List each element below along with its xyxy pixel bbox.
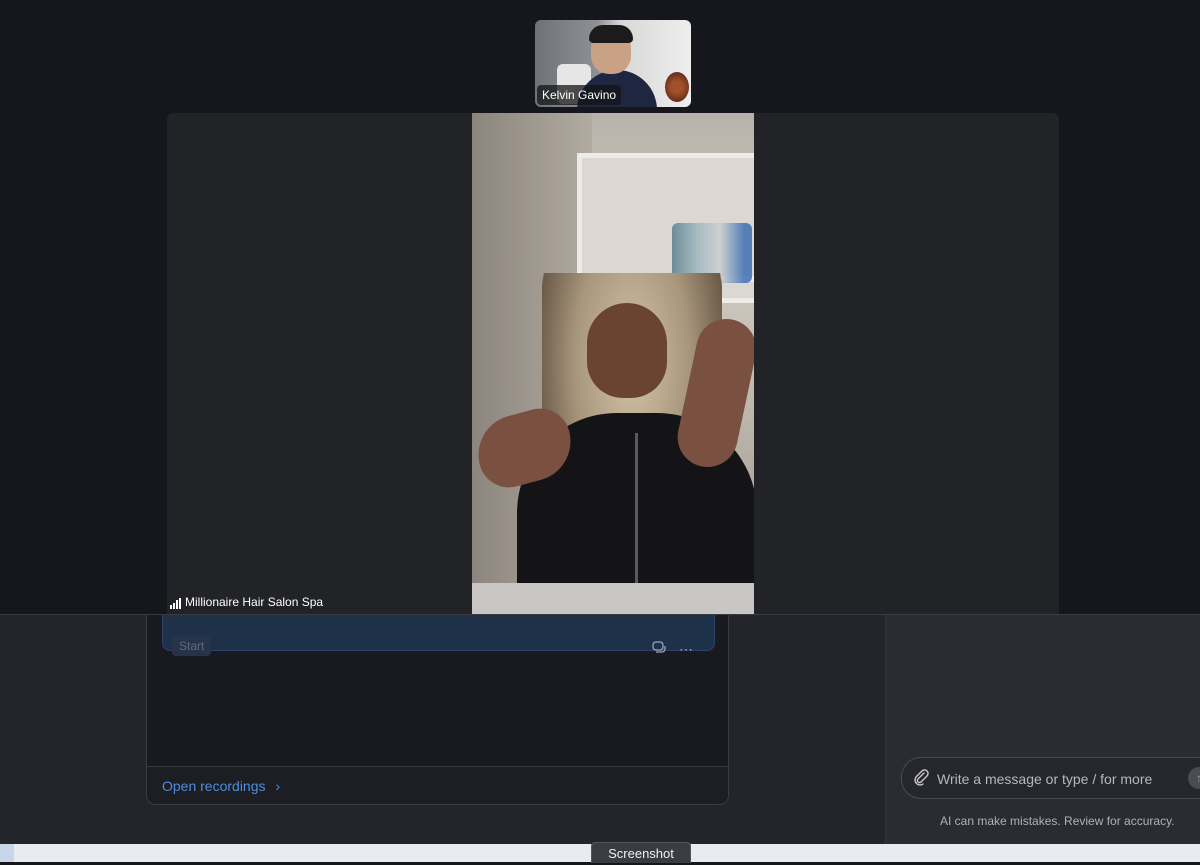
participant-name-tag: Kelvin Gavino	[537, 85, 622, 105]
screenshot-label[interactable]: Screenshot	[591, 842, 691, 863]
speaker-video[interactable]	[472, 113, 754, 614]
start-button[interactable]: Start	[172, 636, 212, 656]
assistant-panel	[885, 614, 1200, 844]
speaker-label: Millionaire Hair Salon Spa	[170, 595, 323, 609]
chat-bubbles-icon[interactable]	[650, 640, 668, 658]
paperclip-icon[interactable]	[912, 768, 930, 786]
open-recordings-link[interactable]: Open recordings ›	[162, 778, 280, 794]
signal-strength-icon	[170, 598, 181, 609]
more-options-icon[interactable]: ⋯	[677, 640, 695, 658]
message-composer: ↑	[901, 757, 1200, 799]
recordings-footer: Open recordings ›	[147, 766, 728, 804]
open-recordings-label: Open recordings	[162, 778, 266, 794]
thumbnail-plant	[665, 72, 689, 102]
ai-disclaimer: AI can make mistakes. Review for accurac…	[940, 814, 1175, 828]
thumbnail-person-hair	[589, 25, 633, 43]
participant-thumbnail[interactable]: Kelvin Gavino	[535, 20, 691, 107]
message-input[interactable]	[935, 767, 1189, 791]
video-desk	[472, 583, 754, 614]
video-person-face	[587, 303, 667, 398]
chevron-right-icon: ›	[275, 778, 281, 794]
video-jacket-zipper	[635, 433, 638, 603]
speaker-name: Millionaire Hair Salon Spa	[185, 595, 324, 609]
main-video-stage: Millionaire Hair Salon Spa	[167, 113, 1059, 614]
strip-edge	[0, 844, 14, 862]
send-arrow-icon[interactable]: ↑	[1188, 767, 1200, 789]
